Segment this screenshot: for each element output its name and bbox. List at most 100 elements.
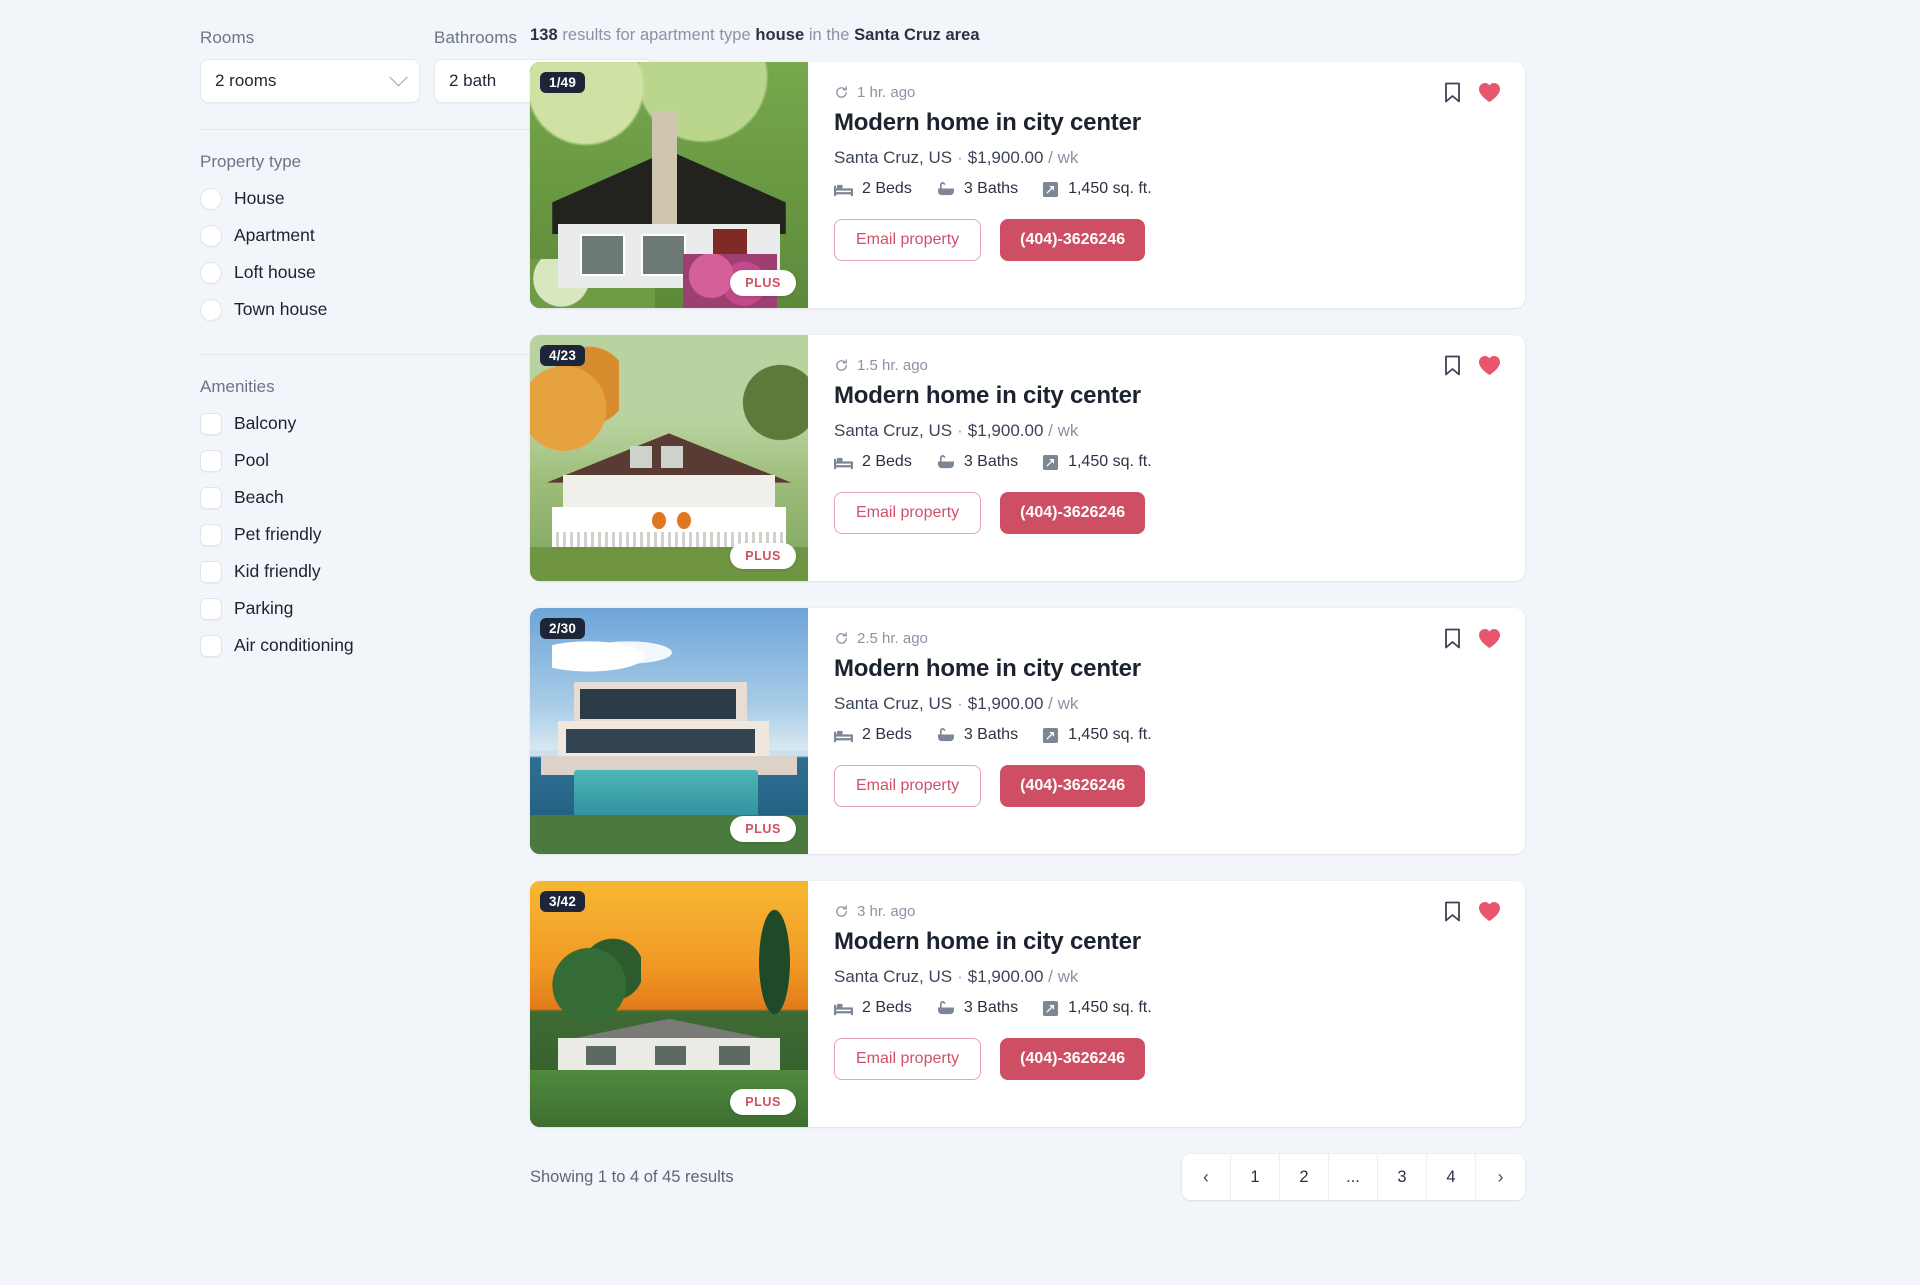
checkbox-option-kid-friendly[interactable]: Kid friendly	[200, 553, 530, 590]
pagination-prev[interactable]: ‹	[1182, 1154, 1231, 1200]
rooms-select-value: 2 rooms	[215, 71, 277, 90]
email-property-button[interactable]: Email property	[834, 1038, 982, 1080]
spec-beds: 2 Beds	[834, 999, 912, 1017]
listings-page: Rooms 2 rooms Bathrooms 2 bath Property …	[0, 0, 1920, 1285]
option-label: Loft house	[234, 262, 316, 282]
bookmark-icon[interactable]	[1444, 355, 1461, 381]
radio-icon[interactable]	[200, 187, 222, 210]
listing-card[interactable]: 4/23 PLUS 1.5 hr. ago Modern home in cit…	[530, 335, 1525, 581]
checkbox-option-pet-friendly[interactable]: Pet friendly	[200, 516, 530, 553]
pagination-page-1[interactable]: 1	[1231, 1154, 1280, 1200]
pagination-page-2[interactable]: 2	[1280, 1154, 1329, 1200]
checkbox-icon[interactable]	[200, 560, 222, 583]
bed-icon	[834, 457, 853, 469]
checkbox-icon[interactable]	[200, 634, 222, 657]
radio-option-apartment[interactable]: Apartment	[200, 217, 530, 254]
results-text-1: results for apartment type	[557, 26, 756, 44]
amenities-title: Amenities	[200, 377, 275, 396]
listing-specs: 2 Beds 3 Baths 1,450 sq. ft.	[834, 180, 1499, 198]
listing-photo[interactable]: 4/23 PLUS	[530, 335, 808, 581]
listing-specs: 2 Beds 3 Baths 1,450 sq. ft.	[834, 453, 1499, 471]
listing-card[interactable]: 2/30 PLUS 2.5 hr. ago Modern home in cit…	[530, 608, 1525, 854]
pagination-next[interactable]: ›	[1476, 1154, 1525, 1200]
radio-icon[interactable]	[200, 261, 222, 284]
listing-photo[interactable]: 2/30 PLUS	[530, 608, 808, 854]
phone-button[interactable]: (404)-3626246	[1000, 1038, 1146, 1080]
listing-card[interactable]: 1/49 PLUS 1 hr. ago Modern home in city …	[530, 62, 1525, 308]
area-icon	[1043, 1000, 1059, 1016]
email-property-button[interactable]: Email property	[834, 765, 982, 807]
area-text: 1,450 sq. ft.	[1068, 726, 1152, 743]
area-icon	[1043, 454, 1059, 470]
listing-location-price: Santa Cruz, US · $1,900.00 / wk	[834, 148, 1079, 167]
checkbox-option-pool[interactable]: Pool	[200, 442, 530, 479]
spec-beds: 2 Beds	[834, 453, 912, 471]
results-count: 138	[530, 26, 558, 44]
listing-card[interactable]: 3/42 PLUS 3 hr. ago Modern home in city …	[530, 881, 1525, 1127]
bath-icon	[937, 1001, 954, 1015]
checkbox-option-parking[interactable]: Parking	[200, 590, 530, 627]
filters-sidebar: Rooms 2 rooms Bathrooms 2 bath Property …	[0, 0, 654, 1285]
listing-buttons: Email property (404)-3626246	[834, 1038, 1499, 1080]
listing-photo[interactable]: 3/42 PLUS	[530, 881, 808, 1127]
radio-option-town-house[interactable]: Town house	[200, 291, 530, 328]
listing-details: 1 hr. ago Modern home in city center San…	[808, 62, 1525, 308]
listing-price-unit: / wk	[1048, 967, 1079, 986]
bookmark-icon[interactable]	[1444, 82, 1461, 108]
listing-location-price: Santa Cruz, US · $1,900.00 / wk	[834, 421, 1079, 440]
bookmark-icon[interactable]	[1444, 628, 1461, 654]
heart-icon[interactable]	[1478, 628, 1501, 654]
refresh-icon	[836, 905, 847, 917]
property-type-title: Property type	[200, 152, 302, 171]
spec-beds: 2 Beds	[834, 180, 912, 198]
bathrooms-select-value: 2 bath	[449, 71, 497, 90]
checkbox-icon[interactable]	[200, 412, 222, 435]
rooms-select[interactable]: 2 rooms	[200, 59, 420, 103]
area-icon	[1043, 181, 1059, 197]
bath-icon	[937, 182, 954, 196]
amenities-options: Balcony Pool Beach Pet friendly Kid frie…	[200, 405, 530, 664]
spec-baths: 3 Baths	[936, 999, 1018, 1017]
checkbox-option-balcony[interactable]: Balcony	[200, 405, 530, 442]
listing-time-text: 3 hr. ago	[857, 903, 916, 920]
phone-button[interactable]: (404)-3626246	[1000, 219, 1146, 261]
radio-icon[interactable]	[200, 298, 222, 321]
checkbox-option-air-conditioning[interactable]: Air conditioning	[200, 627, 530, 664]
results-area: Santa Cruz area	[854, 26, 980, 44]
radio-icon[interactable]	[200, 224, 222, 247]
email-property-button[interactable]: Email property	[834, 219, 982, 261]
checkbox-icon[interactable]	[200, 523, 222, 546]
listing-title: Modern home in city center	[834, 928, 1141, 955]
pagination-page-4[interactable]: 4	[1427, 1154, 1476, 1200]
listing-time: 1 hr. ago	[834, 84, 1499, 101]
radio-option-house[interactable]: House	[200, 180, 530, 217]
listing-details: 2.5 hr. ago Modern home in city center S…	[808, 608, 1525, 854]
listing-photo[interactable]: 1/49 PLUS	[530, 62, 808, 308]
checkbox-option-beach[interactable]: Beach	[200, 479, 530, 516]
bath-icon	[937, 728, 954, 742]
listing-price: $1,900.00	[967, 967, 1044, 986]
listing-time-text: 1 hr. ago	[857, 84, 916, 101]
checkbox-icon[interactable]	[200, 486, 222, 509]
baths-text: 3 Baths	[963, 999, 1019, 1016]
option-label: Kid friendly	[234, 561, 321, 581]
email-property-button[interactable]: Email property	[834, 492, 982, 534]
plus-badge: PLUS	[730, 543, 796, 569]
rooms-label: Rooms	[200, 28, 255, 47]
phone-button[interactable]: (404)-3626246	[1000, 765, 1146, 807]
phone-button[interactable]: (404)-3626246	[1000, 492, 1146, 534]
listing-time: 2.5 hr. ago	[834, 630, 1499, 647]
bookmark-icon[interactable]	[1444, 901, 1461, 927]
listing-title: Modern home in city center	[834, 109, 1141, 136]
checkbox-icon[interactable]	[200, 449, 222, 472]
bed-icon	[834, 730, 853, 742]
heart-icon[interactable]	[1478, 355, 1501, 381]
checkbox-icon[interactable]	[200, 597, 222, 620]
heart-icon[interactable]	[1478, 82, 1501, 108]
heart-icon[interactable]	[1478, 901, 1501, 927]
divider	[200, 354, 582, 355]
pagination-page-3[interactable]: 3	[1378, 1154, 1427, 1200]
listing-details: 1.5 hr. ago Modern home in city center S…	[808, 335, 1525, 581]
refresh-icon	[836, 86, 847, 98]
radio-option-loft-house[interactable]: Loft house	[200, 254, 530, 291]
